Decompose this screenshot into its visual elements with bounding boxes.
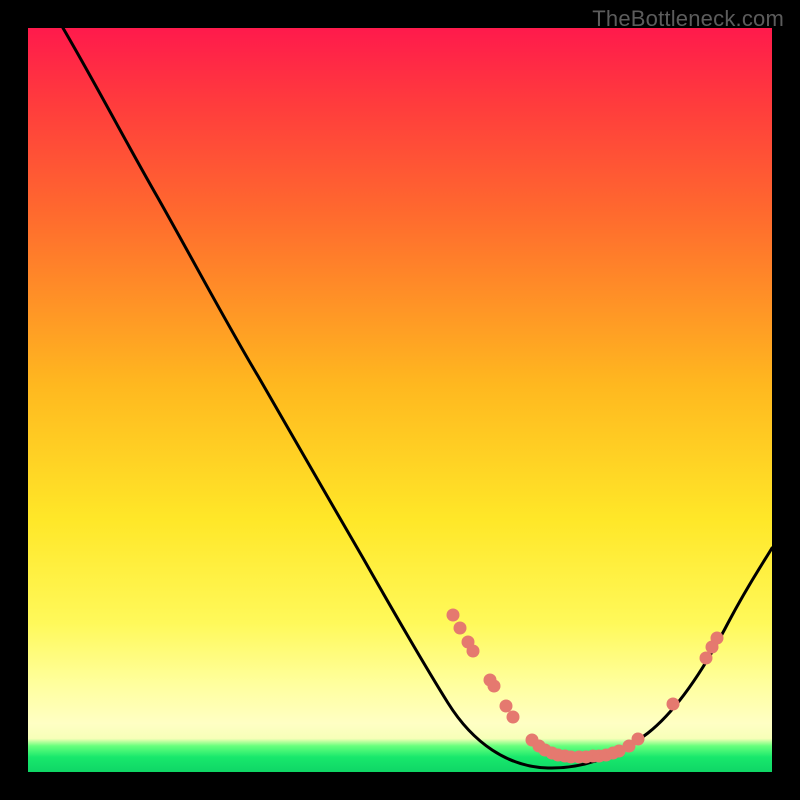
marker-group	[447, 609, 724, 764]
curve-marker	[711, 632, 724, 645]
curve-marker	[667, 698, 680, 711]
curve-marker	[500, 700, 513, 713]
curve-marker	[507, 711, 520, 724]
bottleneck-curve	[63, 28, 772, 768]
curve-marker	[467, 645, 480, 658]
curve-marker	[454, 622, 467, 635]
chart-svg	[28, 28, 772, 772]
curve-marker	[632, 733, 645, 746]
chart-frame: TheBottleneck.com	[0, 0, 800, 800]
curve-marker	[447, 609, 460, 622]
curve-marker	[488, 680, 501, 693]
plot-area	[28, 28, 772, 772]
curve-marker	[700, 652, 713, 665]
